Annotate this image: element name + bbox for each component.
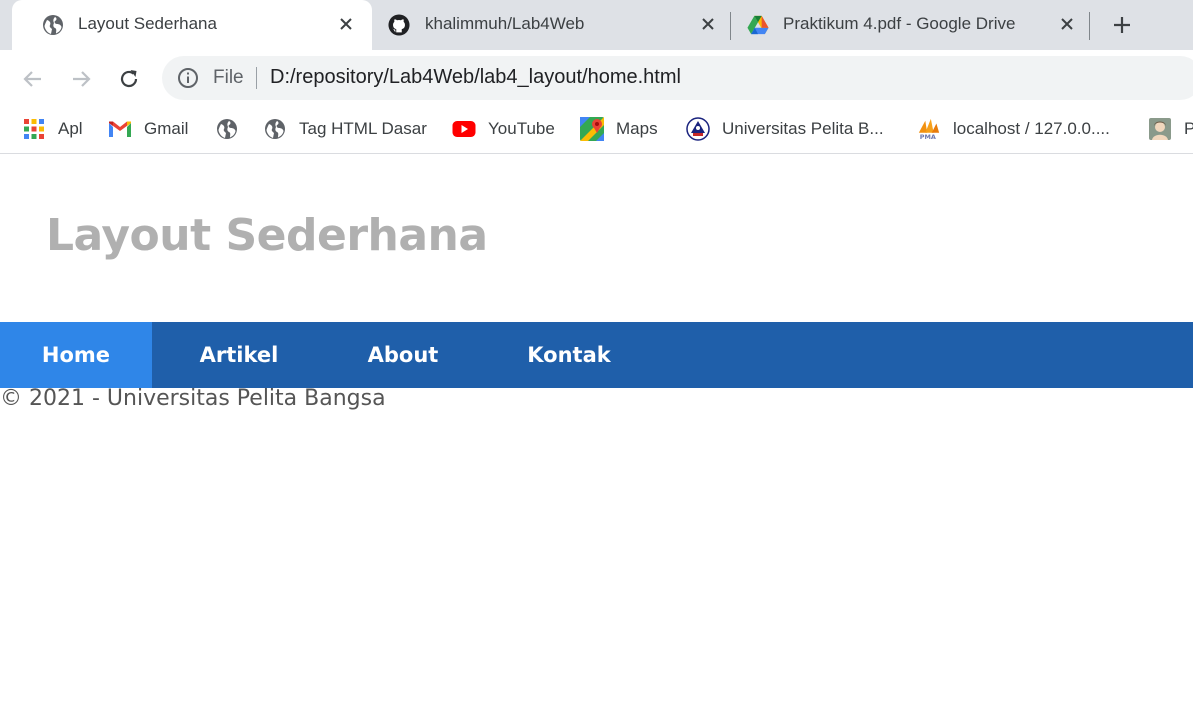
portrait-icon xyxy=(1148,117,1172,141)
github-icon xyxy=(388,14,410,36)
google-drive-icon xyxy=(747,14,769,36)
bookmarks-bar: Apl Gmail Tag HTML Dasar YouTube Maps Un… xyxy=(0,106,1193,154)
nav-link-kontak[interactable]: Kontak xyxy=(488,322,650,388)
bookmark-maps[interactable]: Maps xyxy=(580,114,658,144)
close-icon[interactable] xyxy=(1055,12,1079,36)
tab-title: Praktikum 4.pdf - Google Drive xyxy=(783,14,1016,33)
back-button[interactable] xyxy=(18,64,48,94)
bookmark-label: P xyxy=(1184,119,1193,139)
bookmark-label: Tag HTML Dasar xyxy=(299,119,427,138)
browser-toolbar: File D:/repository/Lab4Web/lab4_layout/h… xyxy=(0,50,1193,106)
bookmark-label: Universitas Pelita B... xyxy=(722,119,884,138)
tab-separator xyxy=(1089,12,1090,40)
bookmark-tag-html-dasar[interactable]: Tag HTML Dasar xyxy=(263,114,427,144)
plus-icon xyxy=(1114,17,1130,33)
address-bar[interactable]: File D:/repository/Lab4Web/lab4_layout/h… xyxy=(162,56,1193,100)
close-icon[interactable] xyxy=(334,12,358,36)
nav-link-about[interactable]: About xyxy=(326,322,480,388)
tab-title: khalimmuh/Lab4Web xyxy=(425,14,585,33)
omnibox-divider xyxy=(256,67,257,89)
globe-icon xyxy=(215,117,239,141)
bookmark-label: Maps xyxy=(616,119,658,138)
bookmark-label: localhost / 127.0.0.... xyxy=(953,119,1110,138)
bookmark-label: YouTube xyxy=(488,119,555,138)
footer-copyright: © 2021 - Universitas Pelita Bangsa xyxy=(0,386,386,411)
globe-icon xyxy=(263,117,287,141)
nav-link-home[interactable]: Home xyxy=(0,322,152,388)
google-maps-icon xyxy=(580,117,604,141)
reload-button[interactable] xyxy=(114,64,144,94)
gmail-icon xyxy=(108,117,132,141)
page-viewport: Layout Sederhana Home Artikel About Kont… xyxy=(0,154,1193,703)
svg-text:PMA: PMA xyxy=(920,133,936,141)
nav-link-artikel[interactable]: Artikel xyxy=(160,322,318,388)
scheme-label: File xyxy=(213,67,244,88)
university-logo-icon xyxy=(686,117,710,141)
url-text[interactable]: D:/repository/Lab4Web/lab4_layout/home.h… xyxy=(270,66,681,89)
forward-button[interactable] xyxy=(66,64,96,94)
arrow-right-icon xyxy=(73,71,91,87)
reload-icon xyxy=(120,70,138,88)
main-navigation: Home Artikel About Kontak xyxy=(0,322,1193,388)
bookmark-localhost[interactable]: PMA localhost / 127.0.0.... xyxy=(917,114,1110,144)
bookmark-gmail[interactable]: Gmail xyxy=(108,114,188,144)
bookmark-label: Gmail xyxy=(144,119,189,138)
globe-icon xyxy=(42,14,64,36)
bookmark-label: Apl xyxy=(58,119,83,138)
arrow-left-icon xyxy=(23,71,41,87)
bookmark-apps[interactable]: Apl xyxy=(22,114,83,144)
bookmark-overflow[interactable]: P xyxy=(1148,114,1193,144)
phpmyadmin-icon: PMA xyxy=(917,117,941,141)
tab-github[interactable]: khalimmuh/Lab4Web xyxy=(372,0,730,50)
info-icon[interactable] xyxy=(177,67,199,89)
new-tab-button[interactable] xyxy=(1108,11,1136,39)
tab-google-drive[interactable]: Praktikum 4.pdf - Google Drive xyxy=(731,0,1089,50)
tab-layout-sederhana[interactable]: Layout Sederhana xyxy=(12,0,372,50)
tab-title: Layout Sederhana xyxy=(78,14,217,33)
tab-strip: Layout Sederhana khalimmuh/Lab4Web Prakt… xyxy=(0,0,1193,50)
apps-grid-icon xyxy=(22,117,46,141)
bookmark-universitas-pelita-bangsa[interactable]: Universitas Pelita B... xyxy=(686,114,884,144)
bookmark-youtube[interactable]: YouTube xyxy=(452,114,555,144)
close-icon[interactable] xyxy=(696,12,720,36)
bookmark-globe[interactable] xyxy=(215,114,239,144)
youtube-icon xyxy=(452,117,476,141)
page-title: Layout Sederhana xyxy=(46,210,488,261)
